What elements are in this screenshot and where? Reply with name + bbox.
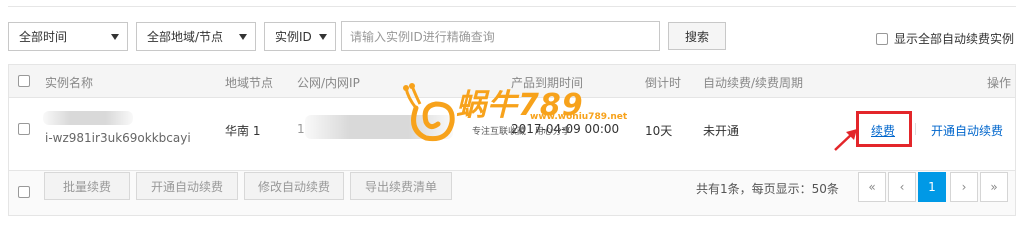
- watermark-logo: 蜗牛789 www.woniu789.net 专注互联收藏 · 用心分享: [398, 78, 630, 150]
- page-last-button[interactable]: »: [980, 172, 1008, 202]
- highlight-box: [856, 111, 912, 147]
- modify-auto-renew-button[interactable]: 修改自动续费: [244, 172, 344, 200]
- header-countdown: 倒计时: [645, 76, 682, 90]
- header-auto-renew: 自动续费/续费周期: [703, 76, 804, 90]
- footer-select-all-checkbox[interactable]: [18, 186, 30, 198]
- batch-renew-button[interactable]: 批量续费: [44, 172, 130, 200]
- watermark-url: www.woniu789.net: [530, 112, 628, 122]
- show-all-auto-renew-label: 显示全部自动续费实例: [894, 32, 1015, 46]
- snail-logo-icon: [403, 83, 455, 142]
- time-select[interactable]: 全部时间: [8, 22, 128, 51]
- redacted-instance-name: [43, 111, 133, 125]
- header-region: 地域节点: [225, 76, 274, 90]
- row-auto-renew-status: 未开通: [703, 124, 740, 138]
- watermark-slogan: 专注互联收藏 · 用心分享: [472, 127, 571, 137]
- action-divider: [915, 123, 916, 135]
- header-actions: 操作: [987, 76, 1012, 90]
- enable-auto-renew-link[interactable]: 开通自动续费: [931, 122, 1003, 139]
- search-input[interactable]: 请输入实例ID进行精确查询: [341, 21, 660, 51]
- instance-id[interactable]: i-wz981ir3uk69okkbcayi: [45, 131, 191, 145]
- page-1-button[interactable]: 1: [918, 172, 946, 202]
- row-checkbox[interactable]: [18, 123, 30, 135]
- show-all-auto-renew-toggle[interactable]: 显示全部自动续费实例: [876, 30, 1014, 47]
- header-instance-name: 实例名称: [45, 76, 94, 90]
- top-divider: [8, 6, 1016, 7]
- page-next-button[interactable]: ›: [950, 172, 978, 202]
- search-field-select-value: 实例ID: [275, 30, 312, 44]
- show-all-auto-renew-checkbox[interactable]: [876, 32, 888, 45]
- enable-auto-renew-button[interactable]: 开通自动续费: [136, 172, 238, 200]
- time-select-value: 全部时间: [19, 30, 68, 44]
- chevron-down-icon: [239, 34, 247, 40]
- search-input-placeholder: 请输入实例ID进行精确查询: [350, 29, 495, 44]
- chevron-down-icon: [111, 34, 119, 40]
- row-countdown: 10天: [645, 124, 673, 138]
- row-ip-prefix: 1: [297, 122, 305, 136]
- header-ip: 公网/内网IP: [297, 76, 360, 90]
- pagination-summary: 共有1条，每页显示：50条: [696, 182, 839, 196]
- search-button[interactable]: 搜索: [668, 22, 726, 50]
- search-field-select[interactable]: 实例ID: [264, 22, 336, 51]
- arrow-icon: [834, 129, 857, 151]
- export-renew-list-button[interactable]: 导出续费清单: [350, 172, 452, 200]
- chevron-down-icon: [319, 34, 327, 40]
- region-select-value: 全部地域/节点: [147, 30, 224, 44]
- page-prev-button[interactable]: ‹: [888, 172, 916, 202]
- region-select[interactable]: 全部地域/节点: [136, 22, 256, 51]
- select-all-checkbox[interactable]: [18, 75, 30, 87]
- page-first-button[interactable]: «: [858, 172, 886, 202]
- row-region: 华南 1: [225, 124, 261, 138]
